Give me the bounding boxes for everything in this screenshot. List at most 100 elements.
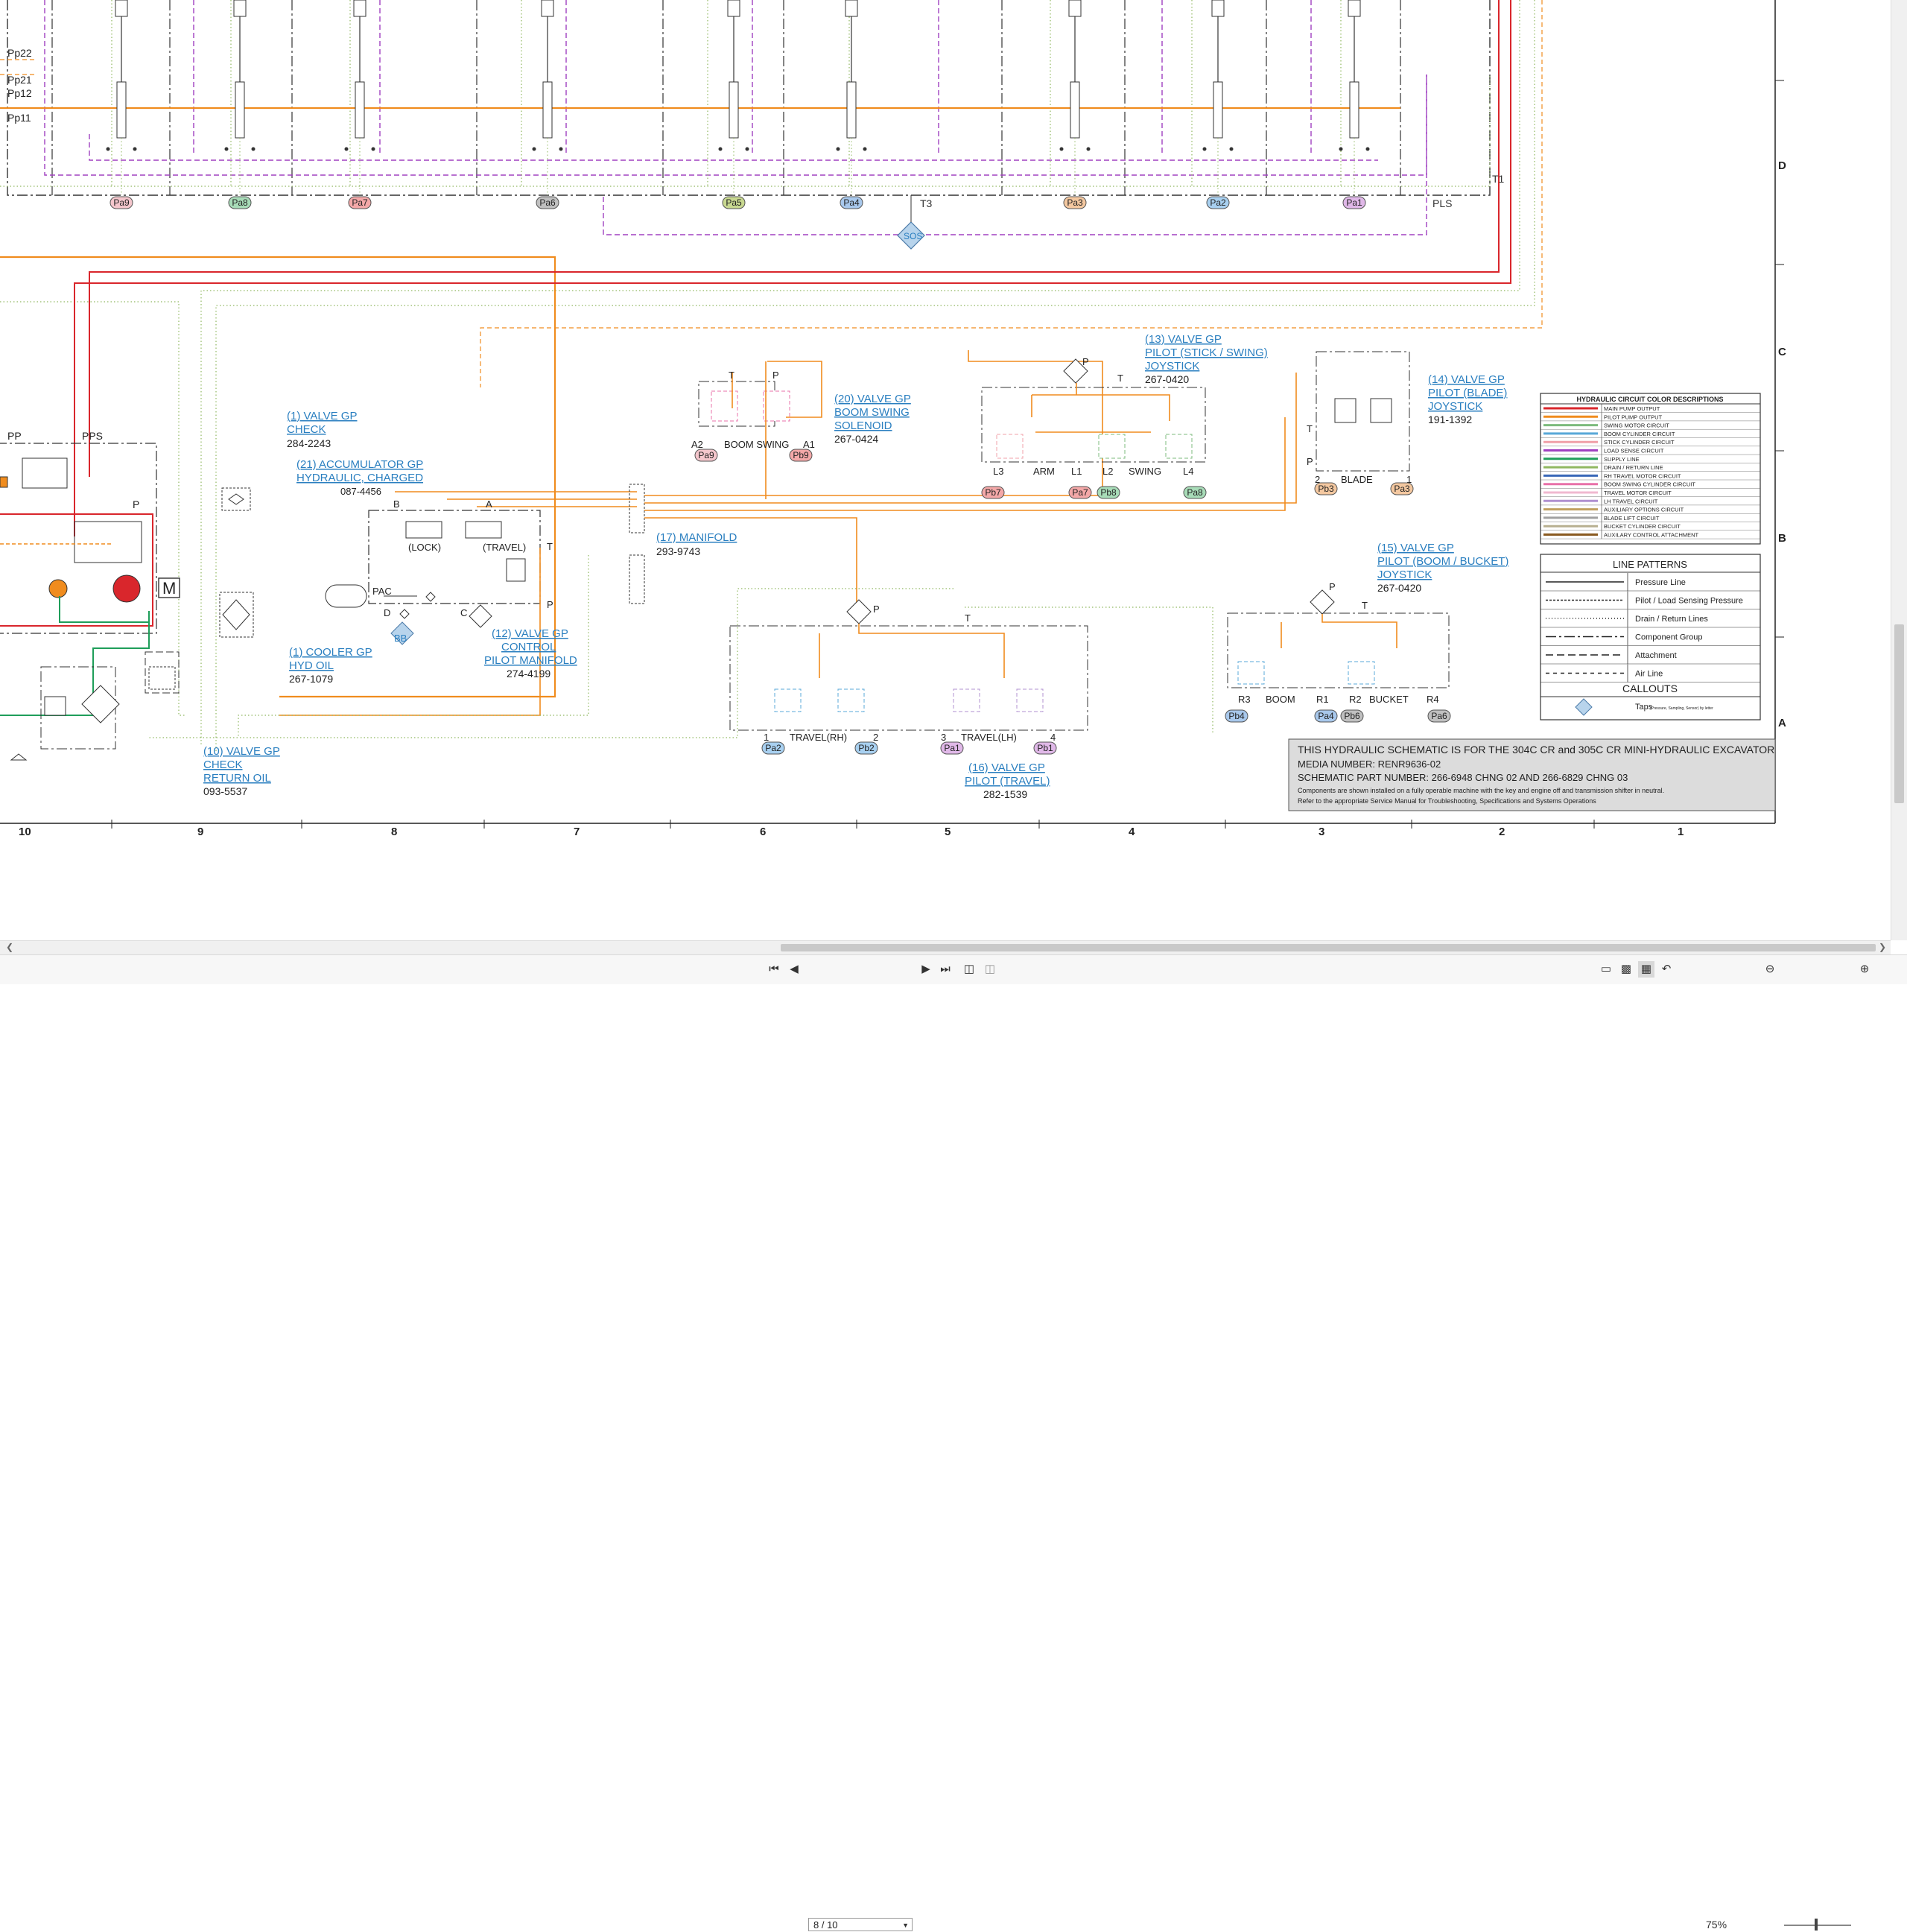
port-p-label: P: [547, 599, 553, 610]
tap-badge[interactable]: Pa6: [1427, 709, 1451, 723]
check-valve-link[interactable]: (1) VALVE GP: [287, 410, 357, 422]
solenoid-line2[interactable]: BOOM SWING: [834, 406, 910, 419]
tap-badge[interactable]: Pb2: [854, 741, 878, 755]
tap-badge[interactable]: Pb7: [981, 486, 1005, 499]
first-page-icon[interactable]: ⏮: [766, 961, 782, 978]
return-check-line3[interactable]: RETURN OIL: [203, 772, 271, 785]
tap-label: Pa9: [698, 450, 714, 460]
two-page-icon[interactable]: ▩: [1618, 961, 1634, 978]
line-pattern-label: Attachment: [1635, 651, 1677, 660]
boom-bucket-line2[interactable]: PILOT (BOOM / BUCKET): [1377, 555, 1508, 568]
travel-link[interactable]: (16) VALVE GP: [968, 761, 1045, 774]
accumulator-part: 087-4456: [340, 486, 381, 497]
tap-label: Pa1: [1346, 197, 1362, 208]
tap-badge[interactable]: Pb3: [1314, 482, 1338, 495]
t1-label: T1: [1492, 173, 1505, 185]
travel-label: (TRAVEL): [483, 542, 526, 553]
legend-item-label: LOAD SENSE CIRCUIT: [1604, 448, 1664, 455]
l3-label: L3: [993, 466, 1003, 477]
boom-bucket-line3[interactable]: JOYSTICK: [1377, 568, 1432, 581]
next-page-icon[interactable]: ▶: [918, 961, 934, 978]
travel-port2: 2: [873, 732, 878, 743]
tap-badge[interactable]: Pb4: [1225, 709, 1248, 723]
tap-badge[interactable]: Pa2: [761, 741, 785, 755]
single-page-icon[interactable]: ▭: [1598, 961, 1614, 978]
solenoid-link[interactable]: (20) VALVE GP: [834, 393, 911, 405]
title-line2: MEDIA NUMBER: RENR9636-02: [1298, 758, 1441, 770]
blade-name: BLADE: [1341, 474, 1373, 485]
column-label: 1: [1678, 826, 1684, 838]
tap-badge[interactable]: Pa9: [694, 449, 718, 462]
blade-link[interactable]: (14) VALVE GP: [1428, 373, 1505, 386]
pilot-manifold-link[interactable]: (12) VALVE GP: [492, 627, 568, 640]
stick-swing-line2[interactable]: PILOT (STICK / SWING): [1145, 346, 1268, 359]
fit-width-icon[interactable]: ◫: [982, 961, 998, 978]
accumulator-line2[interactable]: HYDRAULIC, CHARGED: [296, 472, 423, 484]
vertical-scrollbar[interactable]: [1891, 0, 1907, 940]
return-check-link[interactable]: (10) VALVE GP: [203, 745, 280, 758]
zoom-slider[interactable]: [1784, 1925, 1851, 1926]
tap-badge[interactable]: Pb9: [789, 449, 813, 462]
accumulator-link[interactable]: (21) ACCUMULATOR GP: [296, 458, 423, 471]
blade-line2[interactable]: PILOT (BLADE): [1428, 387, 1507, 399]
tap-label: Pa5: [726, 197, 742, 208]
tap-badge[interactable]: Pa4: [1314, 709, 1338, 723]
tap-badge[interactable]: Pb6: [1340, 709, 1364, 723]
stick-swing-line3[interactable]: JOYSTICK: [1145, 360, 1199, 373]
tap-label: Pb9: [793, 450, 809, 460]
travel-t-label: T: [965, 612, 971, 624]
swing-label: SWING: [1129, 466, 1161, 477]
zoom-in-icon[interactable]: ⊕: [1856, 961, 1873, 978]
manifold17-link[interactable]: (17) MANIFOLD: [656, 531, 737, 544]
document-viewport[interactable]: 10 9 8 7 6 5 4 3 2 1 DCBA Pa9 Pa8 Pa7 Pa…: [0, 0, 1891, 940]
tap-badge[interactable]: Pa7: [1068, 486, 1092, 499]
stick-swing-link[interactable]: (13) VALVE GP: [1145, 333, 1222, 346]
cooler-part: 267-1079: [289, 673, 333, 685]
column-label: 2: [1499, 826, 1505, 838]
scroll-left-icon[interactable]: ❮: [6, 942, 13, 952]
zoom-out-icon[interactable]: ⊖: [1762, 961, 1778, 978]
legend-item-label: BLADE LIFT CIRCUIT: [1604, 515, 1660, 522]
cooler-link[interactable]: (1) COOLER GP: [289, 646, 372, 659]
pilot-manifold-line3[interactable]: PILOT MANIFOLD: [484, 654, 577, 667]
blade-t-label: T: [1307, 423, 1313, 434]
blade-line3[interactable]: JOYSTICK: [1428, 400, 1482, 413]
zoom-slider-knob[interactable]: [1815, 1919, 1818, 1931]
r3-label: R3: [1238, 694, 1251, 705]
tap-label: Pb3: [1318, 484, 1334, 494]
tap-badge[interactable]: Pa1: [940, 741, 964, 755]
horizontal-scroll-thumb[interactable]: [781, 944, 1876, 951]
tap-label: Pa6: [539, 197, 556, 208]
last-page-icon[interactable]: ⏭: [937, 961, 954, 978]
page-number-field[interactable]: 8 / 10 ▼: [808, 1918, 913, 1931]
tap-badge[interactable]: Pb1: [1033, 741, 1057, 755]
l2-label: L2: [1102, 466, 1113, 477]
scroll-right-icon[interactable]: ❯: [1879, 942, 1886, 952]
cooler-line2[interactable]: HYD OIL: [289, 659, 334, 672]
vertical-scroll-thumb[interactable]: [1894, 624, 1904, 803]
pilot-manifold-line2[interactable]: CONTROL: [501, 641, 556, 653]
column-label: 5: [945, 826, 951, 838]
pp11-label: Pp11: [7, 112, 31, 124]
pps-label: PPS: [82, 430, 103, 442]
check-valve-line2[interactable]: CHECK: [287, 423, 326, 436]
prev-page-icon[interactable]: ◀: [786, 961, 802, 978]
tap-badge[interactable]: Pa3: [1390, 482, 1414, 495]
travel-line2[interactable]: PILOT (TRAVEL): [965, 775, 1050, 788]
boom-bucket-link[interactable]: (15) VALVE GP: [1377, 542, 1454, 554]
chevron-down-icon[interactable]: ▼: [902, 1919, 909, 1932]
fit-page-icon[interactable]: ◫: [961, 961, 977, 978]
legend-item-label: BOOM CYLINDER CIRCUIT: [1604, 431, 1675, 437]
tap-badge[interactable]: Pa8: [1183, 486, 1207, 499]
tap-label: Pa2: [765, 743, 781, 753]
title-note2: Refer to the appropriate Service Manual …: [1298, 797, 1596, 805]
legend-item-label: BUCKET CYLINDER CIRCUIT: [1604, 523, 1681, 530]
rotate-icon[interactable]: ↶: [1658, 961, 1675, 978]
solenoid-line3[interactable]: SOLENOID: [834, 419, 892, 432]
legend-item-label: SUPPLY LINE: [1604, 456, 1640, 463]
return-check-line2[interactable]: CHECK: [203, 758, 243, 771]
stick-t-label: T: [1117, 373, 1123, 384]
horizontal-scrollbar[interactable]: ❮ ❯: [0, 940, 1891, 954]
tap-badge[interactable]: Pb8: [1097, 486, 1120, 499]
continuous-icon[interactable]: ▦: [1638, 961, 1654, 978]
